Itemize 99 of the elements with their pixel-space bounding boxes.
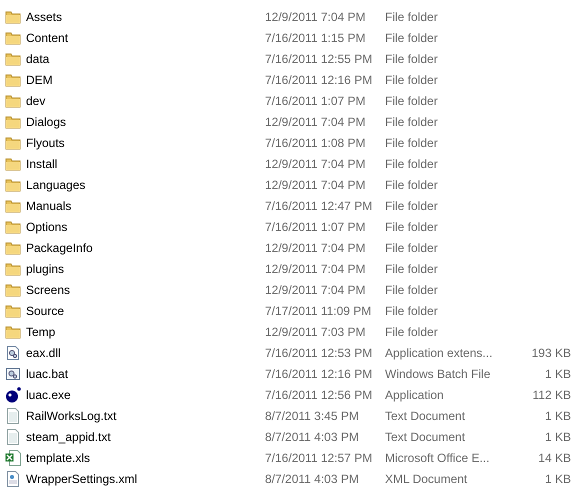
file-type: File folder <box>385 262 439 276</box>
date-modified: 12/9/2011 7:04 PM <box>265 10 367 24</box>
gear-document-icon <box>5 344 21 360</box>
date-modified: 7/16/2011 12:53 PM <box>265 346 374 360</box>
file-type: XML Document <box>385 472 468 486</box>
file-type: File folder <box>385 136 439 150</box>
folder-icon <box>5 134 21 150</box>
folder-icon <box>5 198 21 214</box>
date-modified: 8/7/2011 4:03 PM <box>265 430 360 444</box>
folder-icon <box>5 240 21 256</box>
folder-icon <box>5 8 21 24</box>
file-name[interactable]: steam_appid.txt <box>26 430 265 444</box>
file-type: File folder <box>385 282 439 296</box>
date-modified: 12/9/2011 7:03 PM <box>265 324 367 338</box>
folder-icon <box>5 176 21 192</box>
date-modified: 7/16/2011 1:08 PM <box>265 136 367 150</box>
date-modified: 7/17/2011 11:09 PM <box>265 304 372 318</box>
folder-icon <box>5 324 21 340</box>
file-name[interactable]: Assets <box>26 10 265 24</box>
file-type: File folder <box>385 178 439 192</box>
file-name[interactable]: eax.dll <box>26 346 265 360</box>
file-name[interactable]: Screens <box>26 282 265 296</box>
date-modified: 7/16/2011 12:57 PM <box>265 450 374 464</box>
folder-icon <box>5 30 21 46</box>
spreadsheet-icon <box>5 450 21 466</box>
folder-icon <box>5 302 21 318</box>
file-name[interactable]: Install <box>26 156 265 170</box>
file-type: File folder <box>385 72 439 86</box>
folder-icon <box>5 260 21 276</box>
file-name[interactable]: Dialogs <box>26 114 265 128</box>
date-modified: 7/16/2011 12:56 PM <box>265 388 374 402</box>
gear-window-icon <box>5 366 21 382</box>
file-size: 14 KB <box>538 450 571 464</box>
file-name[interactable]: RailWorksLog.txt <box>26 408 265 422</box>
file-type: File folder <box>385 30 439 44</box>
xml-document-icon <box>5 470 21 486</box>
file-type: File folder <box>385 156 439 170</box>
file-name[interactable]: luac.bat <box>26 366 265 380</box>
date-modified: 12/9/2011 7:04 PM <box>265 262 367 276</box>
file-name[interactable]: dev <box>26 94 265 108</box>
file-name[interactable]: Temp <box>26 324 265 338</box>
file-name[interactable]: luac.exe <box>26 388 265 402</box>
date-modified: 12/9/2011 7:04 PM <box>265 178 367 192</box>
date-modified: 7/16/2011 1:15 PM <box>265 30 367 44</box>
file-size: 1 KB <box>544 430 571 444</box>
file-type: File folder <box>385 304 439 318</box>
text-document-icon <box>5 408 21 424</box>
folder-icon <box>5 92 21 108</box>
folder-icon <box>5 72 21 88</box>
date-modified: 7/16/2011 12:55 PM <box>265 52 374 66</box>
file-type: Text Document <box>385 408 466 422</box>
file-name[interactable]: Manuals <box>26 198 265 212</box>
date-modified: 12/9/2011 7:04 PM <box>265 282 367 296</box>
date-modified: 12/9/2011 7:04 PM <box>265 240 367 254</box>
file-name[interactable]: PackageInfo <box>26 240 265 254</box>
date-modified: 7/16/2011 12:16 PM <box>265 366 374 380</box>
file-name[interactable]: DEM <box>26 72 265 86</box>
date-modified: 7/16/2011 1:07 PM <box>265 220 367 234</box>
file-name[interactable]: Flyouts <box>26 136 265 150</box>
file-name[interactable]: WrapperSettings.xml <box>26 472 265 486</box>
date-modified: 12/9/2011 7:04 PM <box>265 156 367 170</box>
file-size: 193 KB <box>532 346 571 360</box>
file-name[interactable]: Options <box>26 220 265 234</box>
file-type: Text Document <box>385 430 466 444</box>
file-size: 112 KB <box>532 388 571 402</box>
date-modified: 8/7/2011 3:45 PM <box>265 408 360 422</box>
file-type: Microsoft Office E... <box>385 450 490 464</box>
file-name[interactable]: Languages <box>26 178 265 192</box>
folder-icon <box>5 282 21 298</box>
file-type: File folder <box>385 324 439 338</box>
file-type: Application extens... <box>385 346 494 360</box>
date-modified: 12/9/2011 7:04 PM <box>265 114 367 128</box>
date-modified: 7/16/2011 12:16 PM <box>265 72 374 86</box>
folder-icon <box>5 156 21 172</box>
file-size: 1 KB <box>544 472 571 486</box>
folder-icon <box>5 218 21 234</box>
file-type: File folder <box>385 94 439 108</box>
file-type: File folder <box>385 10 439 24</box>
text-document-icon <box>5 428 21 444</box>
file-type: Windows Batch File <box>385 366 492 380</box>
file-type: File folder <box>385 52 439 66</box>
file-type: File folder <box>385 240 439 254</box>
file-type: File folder <box>385 198 439 212</box>
date-modified: 7/16/2011 12:47 PM <box>265 198 374 212</box>
folder-icon <box>5 50 21 66</box>
file-name[interactable]: Content <box>26 30 265 44</box>
date-modified: 7/16/2011 1:07 PM <box>265 94 367 108</box>
folder-icon <box>5 114 21 130</box>
file-type: Application <box>385 388 445 402</box>
file-size: 1 KB <box>544 408 571 422</box>
file-name[interactable]: plugins <box>26 262 265 276</box>
file-type: File folder <box>385 220 439 234</box>
file-size: 1 KB <box>544 366 571 380</box>
file-type: File folder <box>385 114 439 128</box>
date-modified: 8/7/2011 4:03 PM <box>265 472 360 486</box>
file-name[interactable]: Source <box>26 304 265 318</box>
file-name[interactable]: data <box>26 52 265 66</box>
file-name[interactable]: template.xls <box>26 450 265 464</box>
ball-icon <box>5 386 21 402</box>
